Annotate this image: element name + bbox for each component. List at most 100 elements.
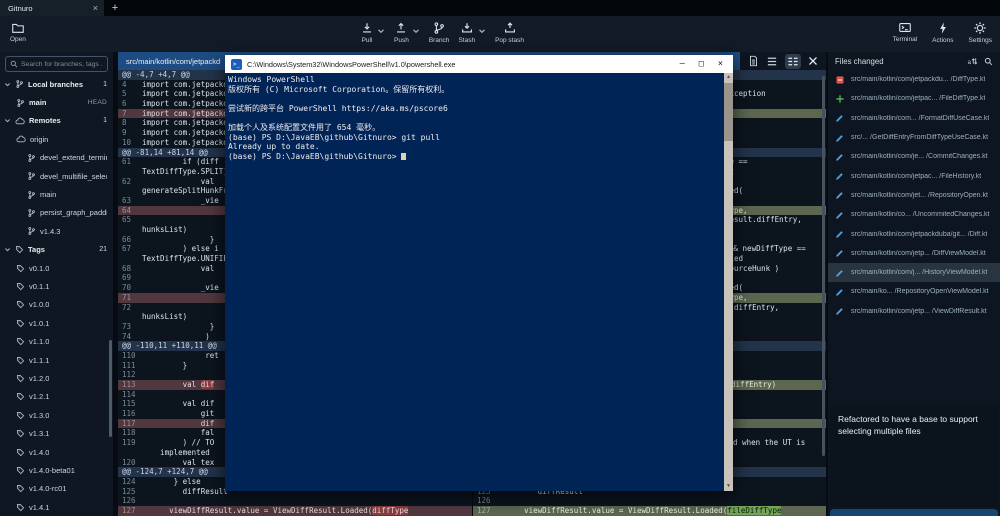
settings-button[interactable]: Settings xyxy=(969,21,993,44)
sidebar-item-v1-2-1[interactable]: v1.2.1 xyxy=(0,388,113,406)
branches-tree: Local branches1mainHEADRemotes1origindev… xyxy=(0,75,113,516)
file-item[interactable]: src/main/kotlin/com/jetp... /DiffViewMod… xyxy=(828,244,1000,263)
sidebar-item-tags[interactable]: Tags21 xyxy=(0,241,113,259)
sidebar-item-v1-4-1[interactable]: v1.4.1 xyxy=(0,498,113,516)
sidebar-item-label: Remotes xyxy=(29,116,61,125)
powershell-console[interactable]: Windows PowerShell版权所有 (C) Microsoft Cor… xyxy=(225,73,733,491)
changed-word: dif xyxy=(201,380,215,389)
close-window-icon[interactable]: × xyxy=(718,59,723,69)
sidebar-item-v1-4-0[interactable]: v1.4.0 xyxy=(0,443,113,461)
code-text: fal xyxy=(142,428,214,438)
search-files-icon[interactable] xyxy=(984,57,993,66)
file-path: src/main/kotlin/com/jetp... /DiffViewMod… xyxy=(851,250,986,257)
minimize-icon[interactable]: – xyxy=(680,59,685,69)
terminal-button[interactable]: Terminal xyxy=(893,21,918,43)
file-path: src/main/kotlin/com/jetpac... /FileHisto… xyxy=(851,173,981,180)
file-item[interactable]: src/main/kotlin/com/jetpac... /FileHisto… xyxy=(828,166,1000,185)
file-item[interactable]: src/main/ko... /RepositoryOpenViewModel.… xyxy=(828,282,1000,301)
sidebar-scrollbar[interactable] xyxy=(109,340,112,437)
split-view-icon[interactable] xyxy=(785,54,801,69)
line-number: 110 xyxy=(118,351,142,361)
file-item[interactable]: src/main/kotlin/com/j... /HistoryViewMod… xyxy=(828,263,1000,282)
pull-dropdown-icon[interactable] xyxy=(377,27,385,35)
sidebar-item-origin[interactable]: origin xyxy=(0,130,113,148)
sidebar-item-devel-extend-termina[interactable]: devel_extend_termina xyxy=(0,149,113,167)
files-changed-header: Files changed a xyxy=(828,52,1000,70)
tag-icon xyxy=(15,245,24,254)
line-number: 71 xyxy=(118,293,142,303)
scroll-down-icon[interactable]: ▼ xyxy=(724,482,733,491)
sidebar-item-label: v1.1.1 xyxy=(29,356,49,365)
file-item[interactable]: src/main/kotlin/com/jetp... /ViewDiffRes… xyxy=(828,302,1000,321)
sort-files-icon[interactable]: a xyxy=(968,57,978,66)
sidebar-item-main[interactable]: mainHEAD xyxy=(0,93,113,111)
file-path: src/main/kotlin/com... /FormatDiffUseCas… xyxy=(851,115,989,122)
open-button[interactable]: Open xyxy=(10,21,26,43)
count-badge: 1 xyxy=(103,81,107,88)
file-item[interactable]: src/main/kotlin/com... /FormatDiffUseCas… xyxy=(828,109,1000,128)
search-icon xyxy=(10,60,18,68)
unified-view-icon[interactable] xyxy=(766,56,778,67)
file-item[interactable]: src/main/kotlin/com/jetpackdu... /DiffTy… xyxy=(828,70,1000,89)
sidebar-item-remotes[interactable]: Remotes 1 xyxy=(0,112,113,130)
pull-button[interactable]: Pull xyxy=(360,21,374,44)
changed-word: fileDiffType xyxy=(727,506,781,515)
branch-button[interactable]: Branch xyxy=(429,21,450,44)
stash-button[interactable]: Stash xyxy=(458,21,475,44)
close-diff-icon[interactable] xyxy=(808,56,818,66)
push-button[interactable]: Push xyxy=(394,21,409,44)
tag-icon xyxy=(16,374,25,383)
file-item[interactable]: src/main/kotlin/com/jetpac... /FileDiffT… xyxy=(828,89,1000,108)
terminal-scroll-thumb[interactable] xyxy=(724,83,733,141)
sidebar-item-v1-1-1[interactable]: v1.1.1 xyxy=(0,351,113,369)
file-item[interactable]: src/main/kotlin/com/jet... /RepositoryOp… xyxy=(828,186,1000,205)
tab-bar: Gitnuro × + xyxy=(0,0,1000,16)
stash-dropdown-icon[interactable] xyxy=(478,27,486,35)
maximize-icon[interactable]: □ xyxy=(699,59,704,69)
line-number: 10 xyxy=(118,138,142,148)
sidebar-item-v1-4-0-beta01[interactable]: v1.4.0-beta01 xyxy=(0,461,113,479)
code-text: viewDiffResult.value = ViewDiffResult.Lo… xyxy=(142,506,408,516)
sidebar-item-v1-2-0[interactable]: v1.2.0 xyxy=(0,369,113,387)
sidebar-item-v1-4-3[interactable]: v1.4.3 xyxy=(0,222,113,240)
terminal-line: 尝试新的跨平台 PowerShell https://aka.ms/pscore… xyxy=(228,104,721,114)
actions-button[interactable]: Actions xyxy=(932,21,953,44)
pop-stash-button[interactable]: Pop stash xyxy=(495,21,524,44)
sidebar-item-v1-3-0[interactable]: v1.3.0 xyxy=(0,406,113,424)
tab-gitnuro[interactable]: Gitnuro × xyxy=(0,0,104,16)
line-number: 119 xyxy=(118,438,142,448)
sidebar-search-box[interactable] xyxy=(5,56,108,72)
diff-scrollbar[interactable] xyxy=(822,76,825,456)
toolbar-right-group: Terminal Actions Settings xyxy=(893,21,992,44)
file-item[interactable]: src/main/kotlin/com/jetpackduba/git... /… xyxy=(828,224,1000,243)
tab-close-icon[interactable]: × xyxy=(93,4,98,13)
sidebar-item-v1-0-1[interactable]: v1.0.1 xyxy=(0,314,113,332)
sidebar-item-local-branches[interactable]: Local branches1 xyxy=(0,75,113,93)
file-item[interactable]: src/main/kotlin/com/je... /CommitChanges… xyxy=(828,147,1000,166)
file-icon[interactable] xyxy=(748,55,759,67)
file-item[interactable]: src/main/kotlin/co... /UncommitedChanges… xyxy=(828,205,1000,224)
file-item[interactable]: src/... /GetDiffEntryFromDiffTypeUseCase… xyxy=(828,128,1000,147)
tag-icon xyxy=(16,411,25,420)
code-text: git xyxy=(142,409,214,419)
commit-author-card[interactable]: A Abdelilah El Aissaoui 8ce0c35 2024年12月… xyxy=(830,509,998,516)
powershell-window[interactable]: >_ C:\Windows\System32\WindowsPowerShell… xyxy=(225,55,733,491)
sidebar-item-v1-3-1[interactable]: v1.3.1 xyxy=(0,424,113,442)
terminal-scrollbar[interactable]: ▲ ▼ xyxy=(724,73,733,491)
sidebar-item-v1-0-0[interactable]: v1.0.0 xyxy=(0,296,113,314)
sidebar-item-v0-1-1[interactable]: v0.1.1 xyxy=(0,277,113,295)
code-text: } xyxy=(142,235,214,245)
new-tab-button[interactable]: + xyxy=(104,0,126,16)
sidebar-item-v0-1-0[interactable]: v0.1.0 xyxy=(0,259,113,277)
sidebar-item-v1-1-0[interactable]: v1.1.0 xyxy=(0,332,113,350)
sidebar-item-devel-multifile-select[interactable]: devel_multifile_select xyxy=(0,167,113,185)
sidebar-item-persist-graph-paddin[interactable]: persist_graph_paddin xyxy=(0,204,113,222)
code-text: _vie xyxy=(142,196,219,206)
push-dropdown-icon[interactable] xyxy=(412,27,420,35)
sidebar-item-main[interactable]: main xyxy=(0,185,113,203)
scroll-up-icon[interactable]: ▲ xyxy=(724,73,733,82)
powershell-titlebar[interactable]: >_ C:\Windows\System32\WindowsPowerShell… xyxy=(225,55,733,73)
count-badge: 1 xyxy=(103,117,107,124)
search-input[interactable] xyxy=(21,61,103,68)
sidebar-item-v1-4-0-rc01[interactable]: v1.4.0-rc01 xyxy=(0,480,113,498)
